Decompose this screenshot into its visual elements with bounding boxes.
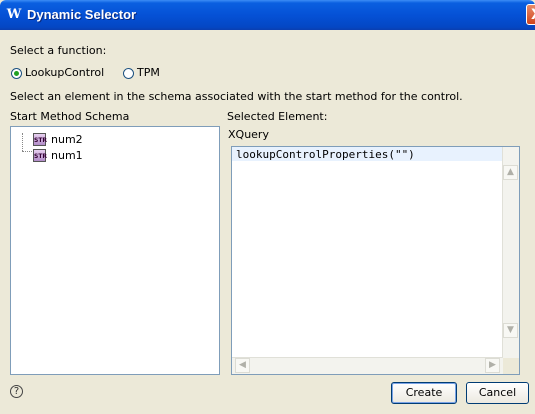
string-type-icon: STR xyxy=(33,149,47,162)
instruction-text: Select an element in the schema associat… xyxy=(10,90,463,103)
xquery-label: XQuery xyxy=(228,128,269,141)
help-icon[interactable]: ? xyxy=(10,385,23,398)
scroll-left-icon[interactable]: ◀ xyxy=(235,358,250,373)
window-title: Dynamic Selector xyxy=(27,7,137,22)
cancel-button[interactable]: Cancel xyxy=(466,382,529,404)
tree-connector xyxy=(22,151,32,152)
scroll-down-icon[interactable]: ▼ xyxy=(503,323,518,338)
app-icon: W xyxy=(6,7,22,22)
tree-connector xyxy=(22,133,23,151)
schema-tree[interactable]: STR num2 STR num1 xyxy=(10,126,220,375)
horizontal-scrollbar[interactable]: ◀ ▶ xyxy=(232,357,503,374)
schema-panel-label: Start Method Schema xyxy=(10,110,130,123)
radio-lookupcontrol-label[interactable]: LookupControl xyxy=(25,66,104,80)
scroll-right-icon[interactable]: ▶ xyxy=(485,358,500,373)
selected-element-label: Selected Element: xyxy=(227,110,328,123)
tree-item-label: num2 xyxy=(51,133,83,146)
dialog-body: Select a function: LookupControl TPM Sel… xyxy=(0,30,535,414)
title-bar[interactable]: W Dynamic Selector X xyxy=(0,0,535,30)
close-icon: X xyxy=(531,7,535,23)
radio-tpm-label[interactable]: TPM xyxy=(137,66,160,80)
scroll-up-icon[interactable]: ▲ xyxy=(503,165,518,180)
vertical-scrollbar[interactable]: ▲ ▼ xyxy=(502,147,519,358)
radio-unselected-icon[interactable] xyxy=(123,68,134,79)
radio-selected-icon[interactable] xyxy=(11,68,22,79)
close-button[interactable]: X xyxy=(526,4,535,25)
function-label: Select a function: xyxy=(10,44,107,57)
scroll-corner xyxy=(503,358,519,374)
tree-item-label: num1 xyxy=(51,149,83,162)
create-button[interactable]: Create xyxy=(391,382,457,404)
xquery-code[interactable]: lookupControlProperties("") xyxy=(236,148,415,161)
xquery-editor[interactable]: lookupControlProperties("") ▲ ▼ ◀ ▶ xyxy=(231,146,520,375)
current-line-highlight: lookupControlProperties("") xyxy=(232,147,503,161)
string-type-icon: STR xyxy=(33,133,47,146)
